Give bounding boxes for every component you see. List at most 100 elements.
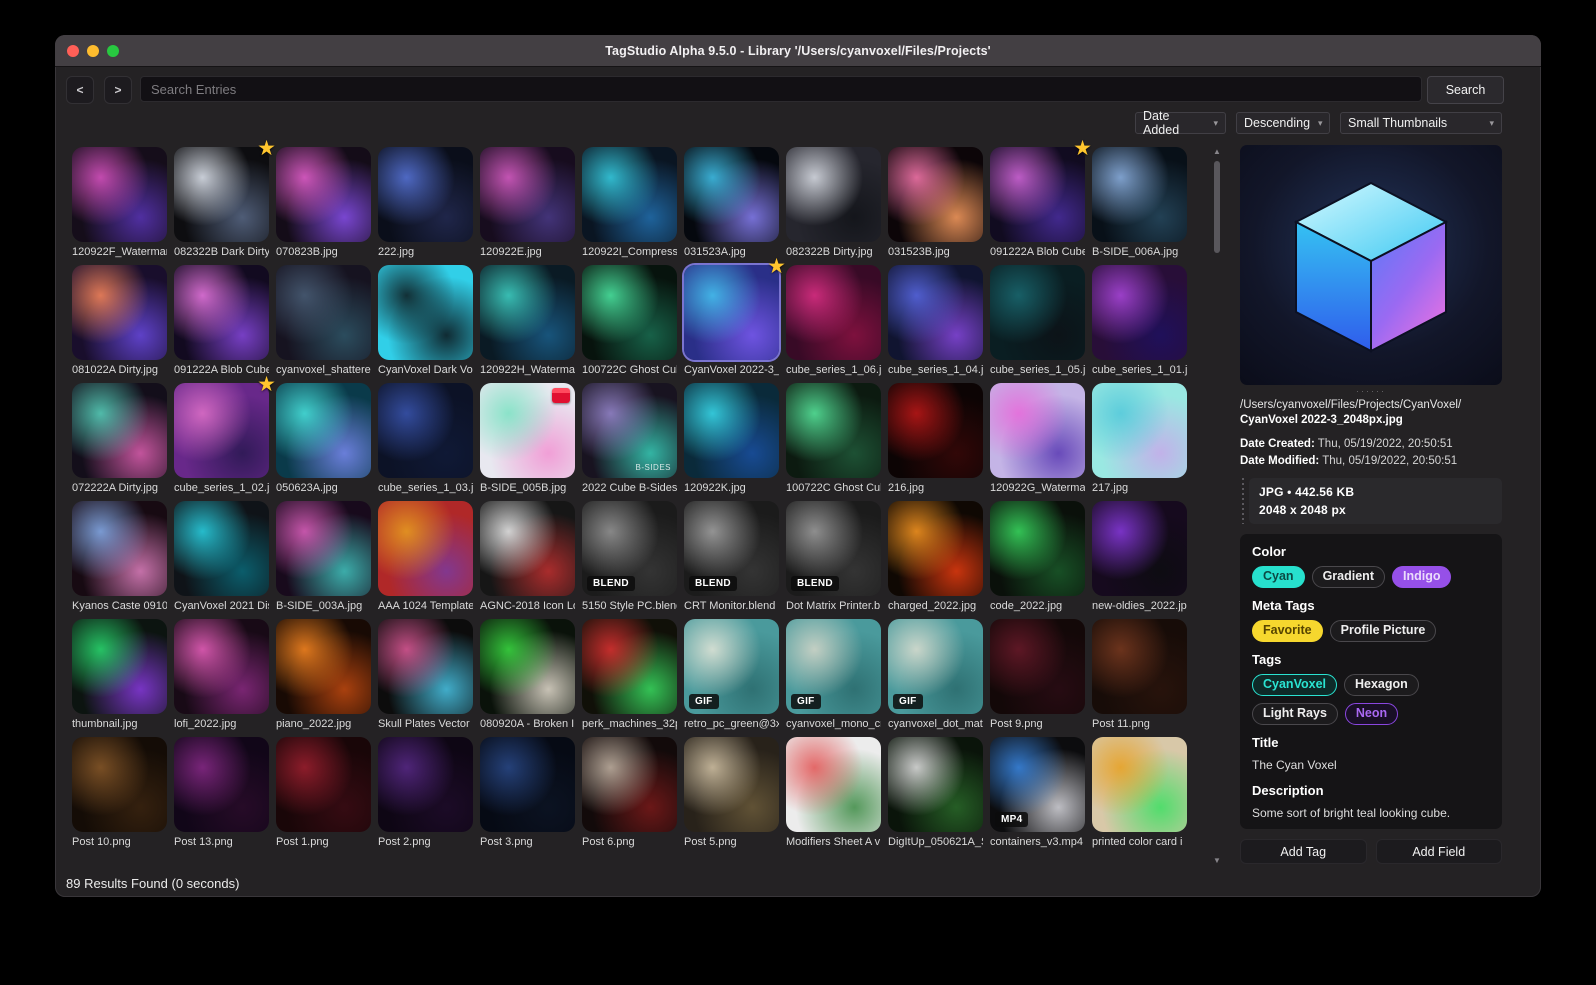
thumbnail-image[interactable] xyxy=(990,619,1085,714)
grid-item[interactable]: 120922K.jpg xyxy=(684,383,779,494)
resize-handle[interactable]: ······ xyxy=(1240,385,1502,398)
grid-item[interactable]: cube_series_1_03.j xyxy=(378,383,473,494)
minimize-button[interactable] xyxy=(87,45,99,57)
thumbnail-image[interactable] xyxy=(1092,383,1187,478)
grid-item[interactable]: 120922H_Watermar xyxy=(480,265,575,376)
thumbnail-image[interactable] xyxy=(174,501,269,596)
grid-item[interactable]: BLEND CRT Monitor.blend xyxy=(684,501,779,612)
grid-item[interactable]: 100722C Ghost Cub xyxy=(582,265,677,376)
grid-item[interactable]: BLEND Dot Matrix Printer.b xyxy=(786,501,881,612)
tag-pill[interactable]: Cyan xyxy=(1252,566,1305,589)
tag-pill[interactable]: Profile Picture xyxy=(1329,620,1437,643)
zoom-button[interactable] xyxy=(107,45,119,57)
thumbnail-image[interactable] xyxy=(888,265,983,360)
thumbnail-image[interactable] xyxy=(378,147,473,242)
tag-pill[interactable]: Gradient xyxy=(1311,566,1385,589)
scrollbar-thumb[interactable] xyxy=(1214,161,1220,253)
grid-item[interactable]: 120922F_Watermark xyxy=(72,147,167,258)
close-button[interactable] xyxy=(67,45,79,57)
grid-item[interactable]: 100722C Ghost Cub xyxy=(786,383,881,494)
grid-item[interactable]: 031523A.jpg xyxy=(684,147,779,258)
thumbnail-image[interactable] xyxy=(480,737,575,832)
grid-item[interactable]: Post 5.png xyxy=(684,737,779,848)
thumbnail-image[interactable] xyxy=(174,737,269,832)
scroll-down-icon[interactable]: ▼ xyxy=(1211,856,1223,865)
grid-item[interactable]: piano_2022.jpg xyxy=(276,619,371,730)
grid-item[interactable]: 120922E.jpg xyxy=(480,147,575,258)
tag-pill[interactable]: Hexagon xyxy=(1344,674,1419,697)
thumbnail-image[interactable]: GIF xyxy=(888,619,983,714)
thumbnail-image[interactable] xyxy=(378,619,473,714)
search-button[interactable]: Search xyxy=(1427,76,1504,104)
grid-item[interactable]: ★ CyanVoxel 2022-3_ xyxy=(684,256,786,376)
grid-item[interactable]: 216.jpg xyxy=(888,383,983,494)
grid-item[interactable]: cube_series_1_05.j xyxy=(990,265,1085,376)
thumbnail-image[interactable] xyxy=(684,147,779,242)
grid-item[interactable]: B-SIDE_006A.jpg xyxy=(1092,147,1187,258)
grid-item[interactable]: 120922I_Compress xyxy=(582,147,677,258)
grid-item[interactable]: Post 13.png xyxy=(174,737,269,848)
thumbnail-image[interactable] xyxy=(888,383,983,478)
thumbnail-image[interactable] xyxy=(378,265,473,360)
grid-item[interactable]: ★ cube_series_1_02.j xyxy=(174,374,276,494)
thumbnail-image[interactable] xyxy=(684,383,779,478)
grid-item[interactable]: Post 11.png xyxy=(1092,619,1187,730)
thumbnail-image[interactable]: ★ xyxy=(990,138,1092,242)
tag-pill[interactable]: CyanVoxel xyxy=(1252,674,1337,697)
tag-pill[interactable]: Favorite xyxy=(1252,620,1323,643)
grid-item[interactable]: 081022A Dirty.jpg xyxy=(72,265,167,376)
thumbnail-image[interactable] xyxy=(276,737,371,832)
thumbnail-image[interactable] xyxy=(582,619,677,714)
grid-item[interactable]: cyanvoxel_shattere xyxy=(276,265,371,376)
thumbnail-image[interactable]: MP4 xyxy=(990,737,1085,832)
thumbnail-image[interactable] xyxy=(990,501,1085,596)
grid-item[interactable]: Post 6.png xyxy=(582,737,677,848)
thumbnail-image[interactable] xyxy=(1092,147,1187,242)
grid-item[interactable]: Post 2.png xyxy=(378,737,473,848)
thumbnail-image[interactable] xyxy=(378,737,473,832)
thumbnail-image[interactable] xyxy=(684,737,779,832)
grid-item[interactable]: Skull Plates Vector xyxy=(378,619,473,730)
thumbnail-size-dropdown[interactable]: Small Thumbnails ▾ xyxy=(1340,112,1502,134)
grid-item[interactable]: 222.jpg xyxy=(378,147,473,258)
grid-item[interactable]: cube_series_1_04.j xyxy=(888,265,983,376)
sort-order-dropdown[interactable]: Descending ▾ xyxy=(1236,112,1330,134)
thumbnail-image[interactable] xyxy=(174,619,269,714)
thumbnail-image[interactable] xyxy=(72,147,167,242)
grid-item[interactable]: CyanVoxel 2021 Dis xyxy=(174,501,269,612)
thumbnail-image[interactable] xyxy=(582,265,677,360)
grid-item[interactable]: MP4 containers_v3.mp4 xyxy=(990,737,1085,848)
thumbnail-image[interactable]: BLEND xyxy=(786,501,881,596)
sort-field-dropdown[interactable]: Date Added ▾ xyxy=(1135,109,1226,137)
grid-item[interactable]: GIF cyanvoxel_mono_cr xyxy=(786,619,881,730)
thumbnail-image[interactable] xyxy=(72,737,167,832)
add-field-button[interactable]: Add Field xyxy=(1375,839,1502,864)
grid-item[interactable]: ★ 091222A Blob Cube xyxy=(990,138,1092,258)
grid-item[interactable]: B-SIDE_005B.jpg xyxy=(480,383,575,494)
grid-item[interactable]: CyanVoxel Dark Vox xyxy=(378,265,473,376)
grid-item[interactable]: 082322B Dirty.jpg xyxy=(786,147,881,258)
thumbnail-image[interactable]: ★ xyxy=(684,256,786,360)
grid-item[interactable]: B-SIDES 2022 Cube B-Sides xyxy=(582,383,677,494)
thumbnail-image[interactable] xyxy=(888,501,983,596)
thumbnail-image[interactable] xyxy=(276,383,371,478)
grid-item[interactable]: new-oldies_2022.jp xyxy=(1092,501,1187,612)
thumbnail-image[interactable] xyxy=(480,147,575,242)
thumbnail-image[interactable] xyxy=(480,383,575,478)
thumbnail-image[interactable] xyxy=(378,501,473,596)
grid-item[interactable]: code_2022.jpg xyxy=(990,501,1085,612)
forward-button[interactable]: > xyxy=(104,76,132,104)
thumbnail-image[interactable] xyxy=(1092,619,1187,714)
thumbnail-image[interactable] xyxy=(1092,737,1187,832)
thumbnail-image[interactable] xyxy=(480,265,575,360)
grid-item[interactable]: Post 1.png xyxy=(276,737,371,848)
thumbnail-image[interactable] xyxy=(72,501,167,596)
thumbnail-image[interactable] xyxy=(888,737,983,832)
thumbnail-image[interactable] xyxy=(990,383,1085,478)
thumbnail-image[interactable]: B-SIDES xyxy=(582,383,677,478)
drag-handle-icon[interactable] xyxy=(1240,478,1245,525)
grid-item[interactable]: 070823B.jpg xyxy=(276,147,371,258)
grid-item[interactable]: AGNC-2018 Icon Lo xyxy=(480,501,575,612)
grid-item[interactable]: Modifiers Sheet A v xyxy=(786,737,881,848)
grid-item[interactable]: 080920A - Broken I xyxy=(480,619,575,730)
